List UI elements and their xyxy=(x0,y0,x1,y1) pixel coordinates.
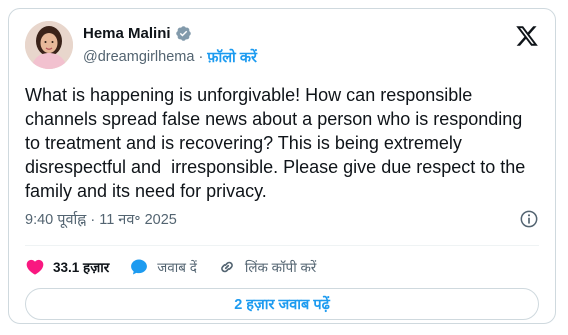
x-logo-icon[interactable] xyxy=(515,24,539,48)
author-handle-row: @dreamgirlhema · फ़ॉलो करें xyxy=(83,47,257,67)
like-button[interactable]: 33.1 हज़ार xyxy=(25,257,109,277)
like-count: 33.1 हज़ार xyxy=(53,260,110,275)
timestamp[interactable]: 9:40 पूर्वाह्न · 11 नव॰ 2025 xyxy=(25,209,177,229)
copy-link-button[interactable]: लिंक कॉपी करें xyxy=(217,257,316,277)
follow-button[interactable]: फ़ॉलो करें xyxy=(207,47,257,67)
tweet-text: What is happening is unforgivable! How c… xyxy=(25,85,531,201)
copy-link-label: लिंक कॉपी करें xyxy=(244,260,317,275)
avatar[interactable] xyxy=(25,21,73,69)
author-name-row: Hema Malini xyxy=(83,25,192,42)
author-name[interactable]: Hema Malini xyxy=(83,25,171,42)
reply-label: जवाब दें xyxy=(157,260,197,275)
speech-bubble-icon xyxy=(131,259,148,275)
avatar-image xyxy=(25,21,73,69)
info-icon[interactable] xyxy=(519,209,539,229)
link-icon xyxy=(221,261,233,273)
author-handle[interactable]: @dreamgirlhema xyxy=(83,49,194,65)
read-replies-button[interactable]: 2 हज़ार जवाब पढ़ें xyxy=(25,288,539,320)
divider xyxy=(25,245,539,246)
heart-icon xyxy=(26,259,44,275)
action-bar: 33.1 हज़ार जवाब दें लिंक कॉपी करें xyxy=(25,249,336,285)
tweet-meta: 9:40 पूर्वाह्न · 11 नव॰ 2025 xyxy=(25,209,539,229)
tweet-card: Hema Malini @dreamgirlhema · फ़ॉलो करें … xyxy=(8,8,556,324)
reply-button[interactable]: जवाब दें xyxy=(129,257,197,277)
separator-dot: · xyxy=(198,49,204,65)
verified-badge-icon xyxy=(175,25,192,42)
